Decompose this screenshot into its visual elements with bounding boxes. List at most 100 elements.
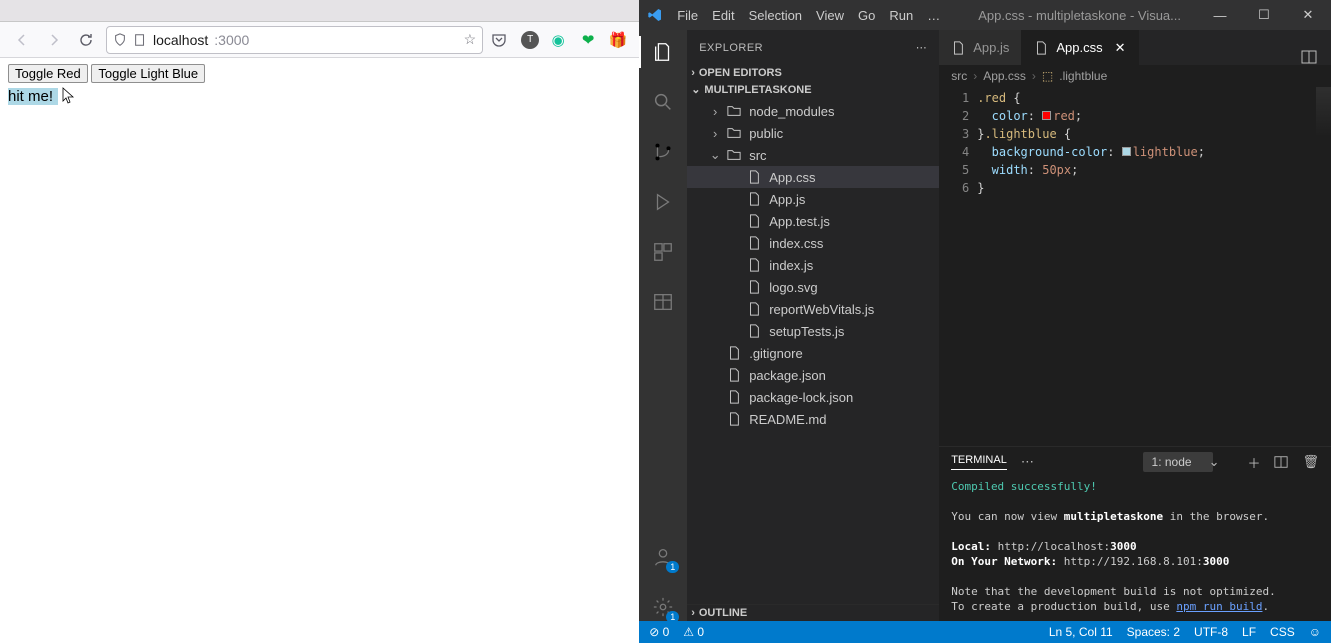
panel-tab-terminal[interactable]: TERMINAL — [951, 454, 1007, 470]
arrow-left-icon — [14, 32, 30, 48]
menu-file[interactable]: File — [677, 8, 698, 23]
file-icon — [747, 214, 763, 228]
status-lang[interactable]: CSS — [1270, 625, 1295, 639]
close-tab-icon[interactable]: ✕ — [1115, 40, 1126, 56]
tree-item-node_modules[interactable]: ›node_modules — [687, 100, 939, 122]
file-icon — [727, 390, 743, 404]
vscode-titlebar[interactable]: FileEditSelectionViewGoRun… App.css - mu… — [639, 0, 1331, 30]
status-encoding[interactable]: UTF-8 — [1194, 625, 1228, 639]
maximize-button[interactable]: ☐ — [1249, 7, 1279, 23]
chevron-right-icon: › — [691, 607, 695, 619]
gutter: 123456 — [939, 87, 977, 446]
explorer-sidebar: EXPLORER ⋯ › OPEN EDITORS ⌄ MULTIPLETASK… — [687, 30, 939, 621]
cursor-icon — [62, 87, 76, 105]
file-icon — [747, 236, 763, 250]
status-warnings[interactable]: ⚠ 0 — [683, 625, 704, 639]
split-terminal-icon[interactable] — [1274, 455, 1288, 469]
tree-item-App.test.js[interactable]: App.test.js — [687, 210, 939, 232]
crumb-folder[interactable]: src — [951, 69, 967, 83]
section-project[interactable]: ⌄ MULTIPLETASKONE — [687, 81, 939, 98]
code-editor[interactable]: 123456 .red { color: red;}.lightblue { b… — [939, 87, 1331, 446]
ext-circle-icon[interactable]: T — [521, 31, 539, 49]
status-spaces[interactable]: Spaces: 2 — [1127, 625, 1180, 639]
menu-selection[interactable]: Selection — [749, 8, 802, 23]
shield-icon — [113, 33, 127, 47]
page-icon — [133, 33, 147, 47]
status-feedback-icon[interactable]: ☺ — [1309, 625, 1321, 639]
activity-table[interactable] — [649, 288, 677, 316]
split-editor-icon[interactable] — [1301, 49, 1331, 65]
terminal-selector[interactable]: 1: node — [1143, 452, 1213, 472]
new-terminal-icon[interactable]: ＋ — [1247, 453, 1260, 472]
tree-item-.gitignore[interactable]: .gitignore — [687, 342, 939, 364]
tree-item-label: App.css — [769, 170, 815, 185]
folder-icon — [727, 104, 743, 118]
crumb-symbol[interactable]: .lightblue — [1059, 69, 1107, 83]
terminal-selector-chevron[interactable]: ⌄ — [1209, 454, 1220, 470]
back-button[interactable] — [10, 28, 34, 52]
editor-tab-App.js[interactable]: App.js — [939, 30, 1022, 65]
tree-item-App.js[interactable]: App.js — [687, 188, 939, 210]
menu-…[interactable]: … — [927, 8, 940, 23]
toggle-red-button[interactable]: Toggle Red — [8, 64, 88, 83]
status-eol[interactable]: LF — [1242, 625, 1256, 639]
url-bar[interactable]: localhost:3000 ☆ — [106, 26, 483, 54]
tree-item-package.json[interactable]: package.json — [687, 364, 939, 386]
browser-tab-strip[interactable] — [0, 0, 639, 22]
panel: TERMINAL ⋯ 1: node ⌄ ＋ 🗑 Compiled succes… — [939, 446, 1331, 621]
minimap[interactable] — [1316, 87, 1331, 137]
section-open-editors[interactable]: › OPEN EDITORS — [687, 65, 939, 81]
status-bar: ⊘ 0 ⚠ 0 Ln 5, Col 11 Spaces: 2 UTF-8 LF … — [639, 621, 1331, 643]
status-errors[interactable]: ⊘ 0 — [649, 625, 669, 639]
tree-item-App.css[interactable]: App.css — [687, 166, 939, 188]
extensions-icon — [652, 241, 674, 263]
sidebar-more-icon[interactable]: ⋯ — [916, 41, 928, 54]
code-lines[interactable]: .red { color: red;}.lightblue { backgrou… — [977, 87, 1205, 446]
activity-run[interactable] — [649, 188, 677, 216]
close-button[interactable]: ✕ — [1293, 7, 1323, 23]
activity-settings[interactable]: 1 — [649, 593, 677, 621]
section-outline[interactable]: › OUTLINE — [687, 604, 939, 621]
activity-search[interactable] — [649, 88, 677, 116]
branch-icon — [652, 141, 674, 163]
panel-more-icon[interactable]: ⋯ — [1021, 454, 1034, 470]
activity-account[interactable]: 1 — [649, 543, 677, 571]
arrow-right-icon — [46, 32, 62, 48]
editor-tab-App.css[interactable]: App.css✕ — [1022, 30, 1138, 65]
tree-item-label: index.js — [769, 258, 813, 273]
tree-item-public[interactable]: ›public — [687, 122, 939, 144]
menu-run[interactable]: Run — [889, 8, 913, 23]
menu-go[interactable]: Go — [858, 8, 875, 23]
css-selector-icon: ⬚ — [1042, 69, 1053, 83]
menu-view[interactable]: View — [816, 8, 844, 23]
tree-item-README.md[interactable]: README.md — [687, 408, 939, 430]
tree-item-index.js[interactable]: index.js — [687, 254, 939, 276]
terminal-output[interactable]: Compiled successfully! You can now view … — [939, 477, 1331, 621]
activity-explorer[interactable] — [649, 38, 677, 66]
minimize-button[interactable]: — — [1205, 8, 1235, 23]
ext-shield-icon[interactable]: ❤ — [577, 31, 599, 49]
activity-extensions[interactable] — [649, 238, 677, 266]
reload-button[interactable] — [74, 28, 98, 52]
menu-edit[interactable]: Edit — [712, 8, 734, 23]
toggle-lightblue-button[interactable]: Toggle Light Blue — [91, 64, 205, 83]
pocket-icon[interactable] — [491, 32, 513, 48]
crumb-file[interactable]: App.css — [983, 69, 1026, 83]
folder-icon — [727, 126, 743, 140]
tree-item-logo.svg[interactable]: logo.svg — [687, 276, 939, 298]
kill-terminal-icon[interactable]: 🗑 — [1302, 454, 1319, 470]
activity-scm[interactable] — [649, 138, 677, 166]
tree-item-label: package-lock.json — [749, 390, 853, 405]
status-position[interactable]: Ln 5, Col 11 — [1049, 625, 1113, 639]
forward-button[interactable] — [42, 28, 66, 52]
ext-grammarly-icon[interactable]: ◉ — [547, 31, 569, 49]
breadcrumbs[interactable]: src › App.css › ⬚ .lightblue — [939, 65, 1331, 87]
bookmark-star-icon[interactable]: ☆ — [464, 31, 477, 48]
tree-item-src[interactable]: ⌄src — [687, 144, 939, 166]
tree-item-setupTests.js[interactable]: setupTests.js — [687, 320, 939, 342]
file-icon — [747, 302, 763, 316]
tree-item-index.css[interactable]: index.css — [687, 232, 939, 254]
ext-gift-icon[interactable]: 🎁 — [607, 31, 629, 49]
tree-item-reportWebVitals.js[interactable]: reportWebVitals.js — [687, 298, 939, 320]
tree-item-package-lock.json[interactable]: package-lock.json — [687, 386, 939, 408]
